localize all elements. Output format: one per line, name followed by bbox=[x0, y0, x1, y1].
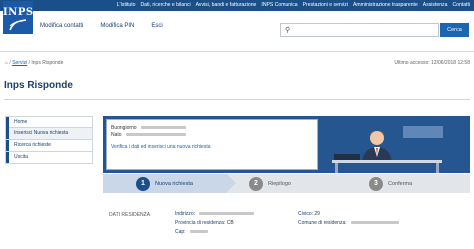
sidebar-marker bbox=[6, 128, 9, 139]
section-dati-residenza: DATI RESIDENZA bbox=[109, 212, 151, 218]
redacted-value bbox=[189, 230, 208, 234]
page-title: Inps Risponde bbox=[4, 80, 73, 91]
logo-text: INPS bbox=[3, 7, 34, 18]
breadcrumb-current: Inps Risponde bbox=[31, 60, 64, 66]
top-link-comunica[interactable]: INPS Comunica bbox=[261, 1, 297, 10]
sidebar-marker bbox=[6, 152, 9, 163]
step-nuova-richiesta: 1 Nuova richiesta bbox=[103, 174, 227, 193]
step-number: 2 bbox=[249, 176, 263, 191]
sidebar-item-uscita[interactable]: Uscita bbox=[5, 152, 93, 164]
sidebar-item-nuova-richiesta[interactable]: Inserisci Nuova richiesta bbox=[5, 128, 93, 140]
top-bar: L'Istituto Dati, ricerche e bilanci Avvi… bbox=[0, 0, 474, 11]
hero-banner: Buongiorno Nato Verifica i dati ed inser… bbox=[103, 116, 470, 173]
breadcrumb: ⌂ / Servizi / Inps Risponde bbox=[5, 60, 63, 66]
birth-line: Nato bbox=[111, 132, 186, 138]
top-link-prestazioni[interactable]: Prestazioni e servizi bbox=[303, 1, 348, 10]
step-riepilogo: 2 Riepilogo bbox=[249, 174, 291, 193]
greeting-label: Buongiorno bbox=[111, 125, 137, 131]
sidebar: Home Inserisci Nuova richiesta Ricerca r… bbox=[5, 116, 93, 164]
sidebar-item-ricerca[interactable]: Ricerca richieste bbox=[5, 140, 93, 152]
field-key: Indirizzo: bbox=[175, 211, 196, 217]
birth-label: Nato bbox=[111, 132, 122, 138]
search-input[interactable]: ⚲ bbox=[280, 23, 439, 37]
home-icon[interactable]: ⌂ bbox=[5, 60, 8, 66]
nav-modifica-pin[interactable]: Modifica PIN bbox=[100, 23, 134, 29]
wizard-steps: 1 Nuova richiesta 2 Riepilogo 3 Conferma bbox=[103, 174, 470, 193]
field-key: Civico: bbox=[298, 211, 314, 217]
field-key: Provincia di residenza: bbox=[175, 220, 226, 226]
sidebar-item-home[interactable]: Home bbox=[5, 116, 93, 128]
nav-bar: Modifica contatti Modifica PIN Esci ⚲ Ce… bbox=[0, 11, 474, 52]
sidebar-item-label: Home bbox=[14, 119, 28, 125]
field-key: Cap: bbox=[175, 229, 186, 235]
top-links: L'Istituto Dati, ricerche e bilanci Avvi… bbox=[117, 1, 470, 10]
sidebar-marker bbox=[6, 140, 9, 151]
step-label: Nuova richiesta bbox=[155, 180, 193, 187]
sidebar-marker bbox=[6, 117, 9, 128]
field-indirizzo: Indirizzo: bbox=[175, 210, 255, 219]
residence-fields-left: Indirizzo: Provincia di residenza: CB Ca… bbox=[175, 210, 255, 237]
search-icon: ⚲ bbox=[285, 27, 291, 34]
breadcrumb-sep: / bbox=[28, 60, 30, 66]
nav-esci[interactable]: Esci bbox=[151, 23, 162, 29]
field-civico: Civico: 29 bbox=[298, 210, 399, 219]
step-conferma: 3 Conferma bbox=[369, 174, 412, 193]
field-key: Comune di residenza: bbox=[298, 220, 347, 226]
top-link-assistenza[interactable]: Assistenza bbox=[423, 1, 448, 10]
redacted-birth bbox=[125, 133, 186, 137]
top-link-contatti[interactable]: Contatti bbox=[452, 1, 470, 10]
field-value: CB bbox=[226, 220, 234, 226]
redacted-value bbox=[199, 212, 255, 216]
top-link-trasparente[interactable]: Amministrazione trasparente bbox=[353, 1, 418, 10]
greeting-line: Buongiorno bbox=[111, 125, 186, 131]
sidebar-item-label: Ricerca richieste bbox=[14, 142, 51, 148]
breadcrumb-sep: / bbox=[9, 60, 11, 66]
inps-logo[interactable]: INPS bbox=[3, 1, 33, 34]
sidebar-item-label: Inserisci Nuova richiesta bbox=[14, 130, 69, 136]
field-comune: Comune di residenza: bbox=[298, 219, 399, 228]
user-info-card: Buongiorno Nato Verifica i dati ed inser… bbox=[106, 119, 318, 170]
sidebar-item-label: Uscita bbox=[14, 154, 28, 160]
redacted-value bbox=[350, 221, 399, 225]
residence-fields-right: Civico: 29 Comune di residenza: bbox=[298, 210, 399, 228]
field-provincia: Provincia di residenza: CB bbox=[175, 219, 254, 228]
step-label: Conferma bbox=[388, 180, 413, 187]
search-button[interactable]: Cerca bbox=[440, 23, 469, 37]
logo-emblem-icon bbox=[9, 19, 27, 31]
nav-modifica-contatti[interactable]: Modifica contatti bbox=[40, 23, 83, 29]
step-label: Riepilogo bbox=[268, 180, 291, 187]
redacted-name bbox=[140, 126, 186, 130]
nav-links: Modifica contatti Modifica PIN Esci bbox=[40, 23, 163, 29]
field-cap: Cap: bbox=[175, 228, 254, 237]
step-arrow bbox=[227, 174, 236, 192]
divider bbox=[4, 99, 470, 100]
step-number: 3 bbox=[369, 176, 383, 191]
top-link-dati[interactable]: Dati, ricerche e bilanci bbox=[141, 1, 191, 10]
step-number: 1 bbox=[136, 176, 150, 191]
top-link-avvisi[interactable]: Avvisi, bandi e fatturazione bbox=[196, 1, 257, 10]
breadcrumb-servizi[interactable]: Servizi bbox=[12, 60, 27, 66]
top-link-istituto[interactable]: L'Istituto bbox=[117, 1, 136, 10]
field-value: 29 bbox=[314, 211, 320, 217]
verify-text: Verifica i dati ed inserisci una nuova r… bbox=[111, 144, 211, 150]
last-access: Ultimo accesso: 12/06/2018 12:58 bbox=[394, 60, 470, 66]
